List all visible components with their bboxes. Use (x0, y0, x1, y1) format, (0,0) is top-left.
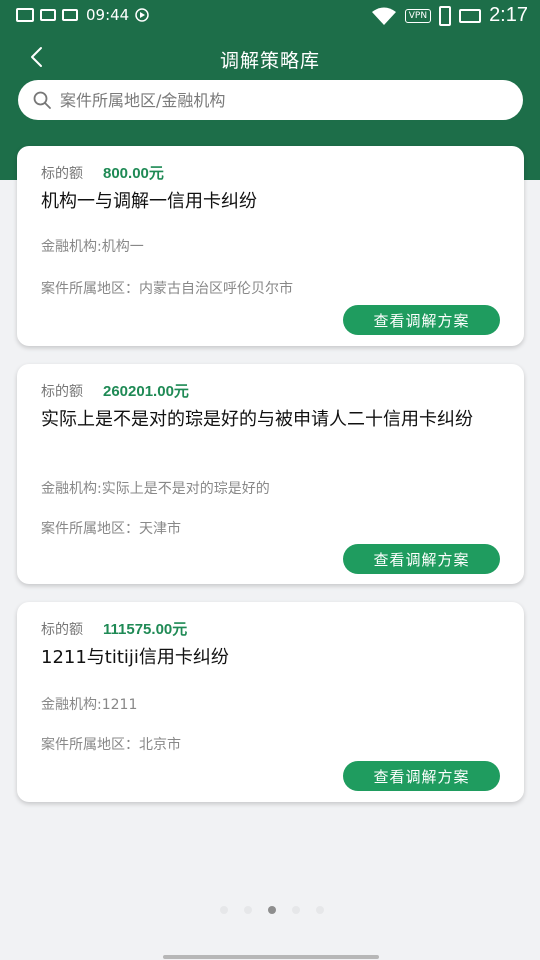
view-plan-button[interactable]: 查看调解方案 (343, 544, 500, 574)
page-dot (220, 906, 228, 914)
amount-label: 标的额 (41, 165, 83, 182)
page-title: 调解策略库 (219, 50, 320, 72)
institution-text: 金融机构:1211 (41, 697, 138, 713)
case-title: 实际上是不是对的琮是好的与被申请人二十信用卡纠纷 (41, 409, 473, 430)
case-title: 机构一与调解一信用卡纠纷 (41, 191, 257, 212)
institution-text: 金融机构:机构一 (41, 239, 144, 255)
amount-row: 标的额 800.00元 (41, 162, 164, 183)
status-bar: 09:44 VPN 2:17 (0, 0, 540, 34)
image-icon (16, 8, 34, 22)
wifi-icon (371, 7, 396, 25)
case-card[interactable]: 标的额 260201.00元 实际上是不是对的琮是好的与被申请人二十信用卡纠纷 … (17, 364, 524, 584)
case-card[interactable]: 标的额 800.00元 机构一与调解一信用卡纠纷 金融机构:机构一 案件所属地区… (17, 146, 524, 346)
amount-row: 标的额 111575.00元 (41, 618, 187, 639)
vpn-icon: VPN (404, 8, 432, 23)
battery-status-icon (459, 8, 482, 23)
app-icon (40, 9, 56, 21)
institution-text: 金融机构:实际上是不是对的琮是好的 (41, 481, 270, 497)
status-clock: 2:17 (489, 4, 528, 26)
battery-icon (439, 5, 452, 26)
view-plan-button[interactable]: 查看调解方案 (343, 305, 500, 335)
case-card[interactable]: 标的额 111575.00元 1211与titiji信用卡纠纷 金融机构:121… (17, 602, 524, 802)
view-plan-button[interactable]: 查看调解方案 (343, 761, 500, 791)
play-icon (135, 8, 149, 22)
home-indicator[interactable] (163, 955, 379, 959)
page-indicator (220, 906, 324, 914)
amount-label: 标的额 (41, 621, 83, 638)
search-icon (33, 91, 51, 109)
region-text: 案件所属地区：北京市 (41, 737, 181, 753)
region-text: 案件所属地区：内蒙古自治区呼伦贝尔市 (41, 281, 293, 297)
page-dot-active (268, 906, 276, 914)
case-title: 1211与titiji信用卡纠纷 (41, 647, 229, 668)
nav-bar: 调解策略库 (0, 36, 540, 80)
amount-label: 标的额 (41, 383, 83, 400)
search-bar[interactable] (18, 80, 523, 120)
amount-row: 标的额 260201.00元 (41, 380, 189, 401)
amount-value: 260201.00元 (103, 383, 189, 400)
status-time: 09:44 (86, 6, 130, 24)
amount-value: 111575.00元 (103, 621, 188, 638)
page-dot (316, 906, 324, 914)
hd-icon (62, 9, 78, 21)
amount-value: 800.00元 (103, 165, 164, 182)
region-text: 案件所属地区：天津市 (41, 521, 181, 537)
page-dot (292, 906, 300, 914)
page-dot (244, 906, 252, 914)
search-input[interactable] (58, 89, 482, 111)
